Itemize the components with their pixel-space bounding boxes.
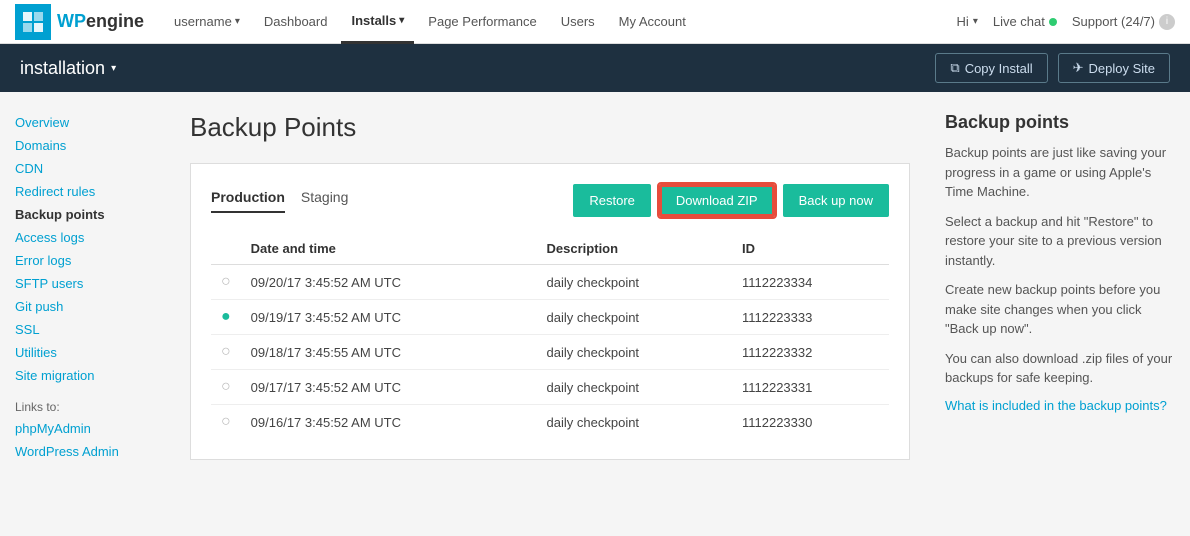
backup-card: Production Staging Restore Download ZIP … xyxy=(190,163,910,460)
backup-points-link[interactable]: What is included in the backup points? xyxy=(945,398,1167,413)
id-cell: 1112223333 xyxy=(732,300,889,335)
date-cell: 09/17/17 3:45:52 AM UTC xyxy=(241,370,537,405)
sidebar-item-git-push[interactable]: Git push xyxy=(15,296,165,317)
tab-staging[interactable]: Staging xyxy=(301,189,348,213)
table-row[interactable]: ○ 09/18/17 3:45:55 AM UTC daily checkpoi… xyxy=(211,335,889,370)
sidebar-item-ssl[interactable]: SSL xyxy=(15,319,165,340)
description-cell: daily checkpoint xyxy=(537,335,732,370)
sidebar-item-wordpress-admin[interactable]: WordPress Admin xyxy=(15,441,165,462)
sidebar: Overview Domains CDN Redirect rules Back… xyxy=(0,92,180,536)
support-info-icon: i xyxy=(1159,14,1175,30)
tabs-row: Production Staging Restore Download ZIP … xyxy=(211,184,889,217)
installation-title[interactable]: installation ▾ xyxy=(20,58,116,79)
sidebar-item-error-logs[interactable]: Error logs xyxy=(15,250,165,271)
col-id: ID xyxy=(732,233,889,265)
page-title: Backup Points xyxy=(190,112,910,143)
right-panel: Backup points Backup points are just lik… xyxy=(930,92,1190,536)
installs-chevron-icon: ▾ xyxy=(399,15,404,26)
links-to-label: Links to: xyxy=(15,400,165,414)
table-row[interactable]: ● 09/19/17 3:45:52 AM UTC daily checkpoi… xyxy=(211,300,889,335)
nav-dashboard[interactable]: Dashboard xyxy=(254,0,338,44)
live-chat[interactable]: Live chat xyxy=(993,14,1057,29)
radio-cell[interactable]: ○ xyxy=(211,335,241,370)
table-row[interactable]: ○ 09/17/17 3:45:52 AM UTC daily checkpoi… xyxy=(211,370,889,405)
support[interactable]: Support (24/7) i xyxy=(1072,14,1175,30)
date-cell: 09/18/17 3:45:55 AM UTC xyxy=(241,335,537,370)
col-date: Date and time xyxy=(241,233,537,265)
top-nav: WPengine username ▾ Dashboard Installs ▾… xyxy=(0,0,1190,44)
install-bar: installation ▾ ⧉ Copy Install ✈ Deploy S… xyxy=(0,44,1190,92)
sidebar-item-domains[interactable]: Domains xyxy=(15,135,165,156)
tab-production[interactable]: Production xyxy=(211,189,285,213)
right-panel-title: Backup points xyxy=(945,112,1175,133)
nav-username[interactable]: username ▾ xyxy=(164,0,250,44)
nav-items: username ▾ Dashboard Installs ▾ Page Per… xyxy=(164,0,957,44)
install-bar-actions: ⧉ Copy Install ✈ Deploy Site xyxy=(935,53,1170,83)
right-panel-p4: You can also download .zip files of your… xyxy=(945,349,1175,388)
right-panel-p1: Backup points are just like saving your … xyxy=(945,143,1175,202)
radio-cell[interactable]: ● xyxy=(211,300,241,335)
hi-chevron-icon: ▾ xyxy=(973,16,978,27)
restore-button[interactable]: Restore xyxy=(573,184,651,217)
table-row[interactable]: ○ 09/20/17 3:45:52 AM UTC daily checkpoi… xyxy=(211,265,889,300)
sidebar-item-cdn[interactable]: CDN xyxy=(15,158,165,179)
date-cell: 09/16/17 3:45:52 AM UTC xyxy=(241,405,537,440)
radio-cell[interactable]: ○ xyxy=(211,370,241,405)
id-cell: 1112223334 xyxy=(732,265,889,300)
copy-icon: ⧉ xyxy=(950,60,959,76)
nav-right: Hi ▾ Live chat Support (24/7) i xyxy=(957,14,1175,30)
date-cell: 09/19/17 3:45:52 AM UTC xyxy=(241,300,537,335)
installation-chevron-icon: ▾ xyxy=(111,63,116,74)
sidebar-item-utilities[interactable]: Utilities xyxy=(15,342,165,363)
sidebar-item-overview[interactable]: Overview xyxy=(15,112,165,133)
description-cell: daily checkpoint xyxy=(537,405,732,440)
description-cell: daily checkpoint xyxy=(537,300,732,335)
right-panel-p3: Create new backup points before you make… xyxy=(945,280,1175,339)
nav-my-account[interactable]: My Account xyxy=(609,0,696,44)
tabs: Production Staging xyxy=(211,189,348,213)
right-panel-p2: Select a backup and hit "Restore" to res… xyxy=(945,212,1175,271)
description-cell: daily checkpoint xyxy=(537,265,732,300)
col-radio xyxy=(211,233,241,265)
sidebar-item-phpmyadmin[interactable]: phpMyAdmin xyxy=(15,418,165,439)
description-cell: daily checkpoint xyxy=(537,370,732,405)
col-description: Description xyxy=(537,233,732,265)
copy-install-button[interactable]: ⧉ Copy Install xyxy=(935,53,1047,83)
logo-brand: WPengine xyxy=(57,11,144,32)
id-cell: 1112223330 xyxy=(732,405,889,440)
tab-actions: Restore Download ZIP Back up now xyxy=(573,184,889,217)
table-row[interactable]: ○ 09/16/17 3:45:52 AM UTC daily checkpoi… xyxy=(211,405,889,440)
id-cell: 1112223331 xyxy=(732,370,889,405)
live-dot-icon xyxy=(1049,18,1057,26)
backup-table: Date and time Description ID ○ 09/20/17 … xyxy=(211,233,889,439)
deploy-site-button[interactable]: ✈ Deploy Site xyxy=(1058,53,1170,83)
sidebar-item-backup-points[interactable]: Backup points xyxy=(15,204,165,225)
wp-logo-icon xyxy=(21,10,45,34)
nav-installs[interactable]: Installs ▾ xyxy=(341,0,414,44)
back-up-now-button[interactable]: Back up now xyxy=(783,184,889,217)
radio-cell[interactable]: ○ xyxy=(211,405,241,440)
deploy-icon: ✈ xyxy=(1073,60,1084,76)
main-content: Backup Points Production Staging Restore xyxy=(180,92,930,536)
id-cell: 1112223332 xyxy=(732,335,889,370)
logo-area: WPengine xyxy=(15,4,144,40)
main-layout: Overview Domains CDN Redirect rules Back… xyxy=(0,92,1190,536)
username-chevron-icon: ▾ xyxy=(235,16,240,27)
nav-users[interactable]: Users xyxy=(551,0,605,44)
date-cell: 09/20/17 3:45:52 AM UTC xyxy=(241,265,537,300)
sidebar-item-access-logs[interactable]: Access logs xyxy=(15,227,165,248)
hi-label[interactable]: Hi ▾ xyxy=(957,14,978,29)
nav-page-performance[interactable]: Page Performance xyxy=(418,0,546,44)
radio-cell[interactable]: ○ xyxy=(211,265,241,300)
logo-box xyxy=(15,4,51,40)
download-zip-button[interactable]: Download ZIP xyxy=(659,184,775,217)
sidebar-item-redirect-rules[interactable]: Redirect rules xyxy=(15,181,165,202)
sidebar-item-sftp-users[interactable]: SFTP users xyxy=(15,273,165,294)
sidebar-item-site-migration[interactable]: Site migration xyxy=(15,365,165,386)
